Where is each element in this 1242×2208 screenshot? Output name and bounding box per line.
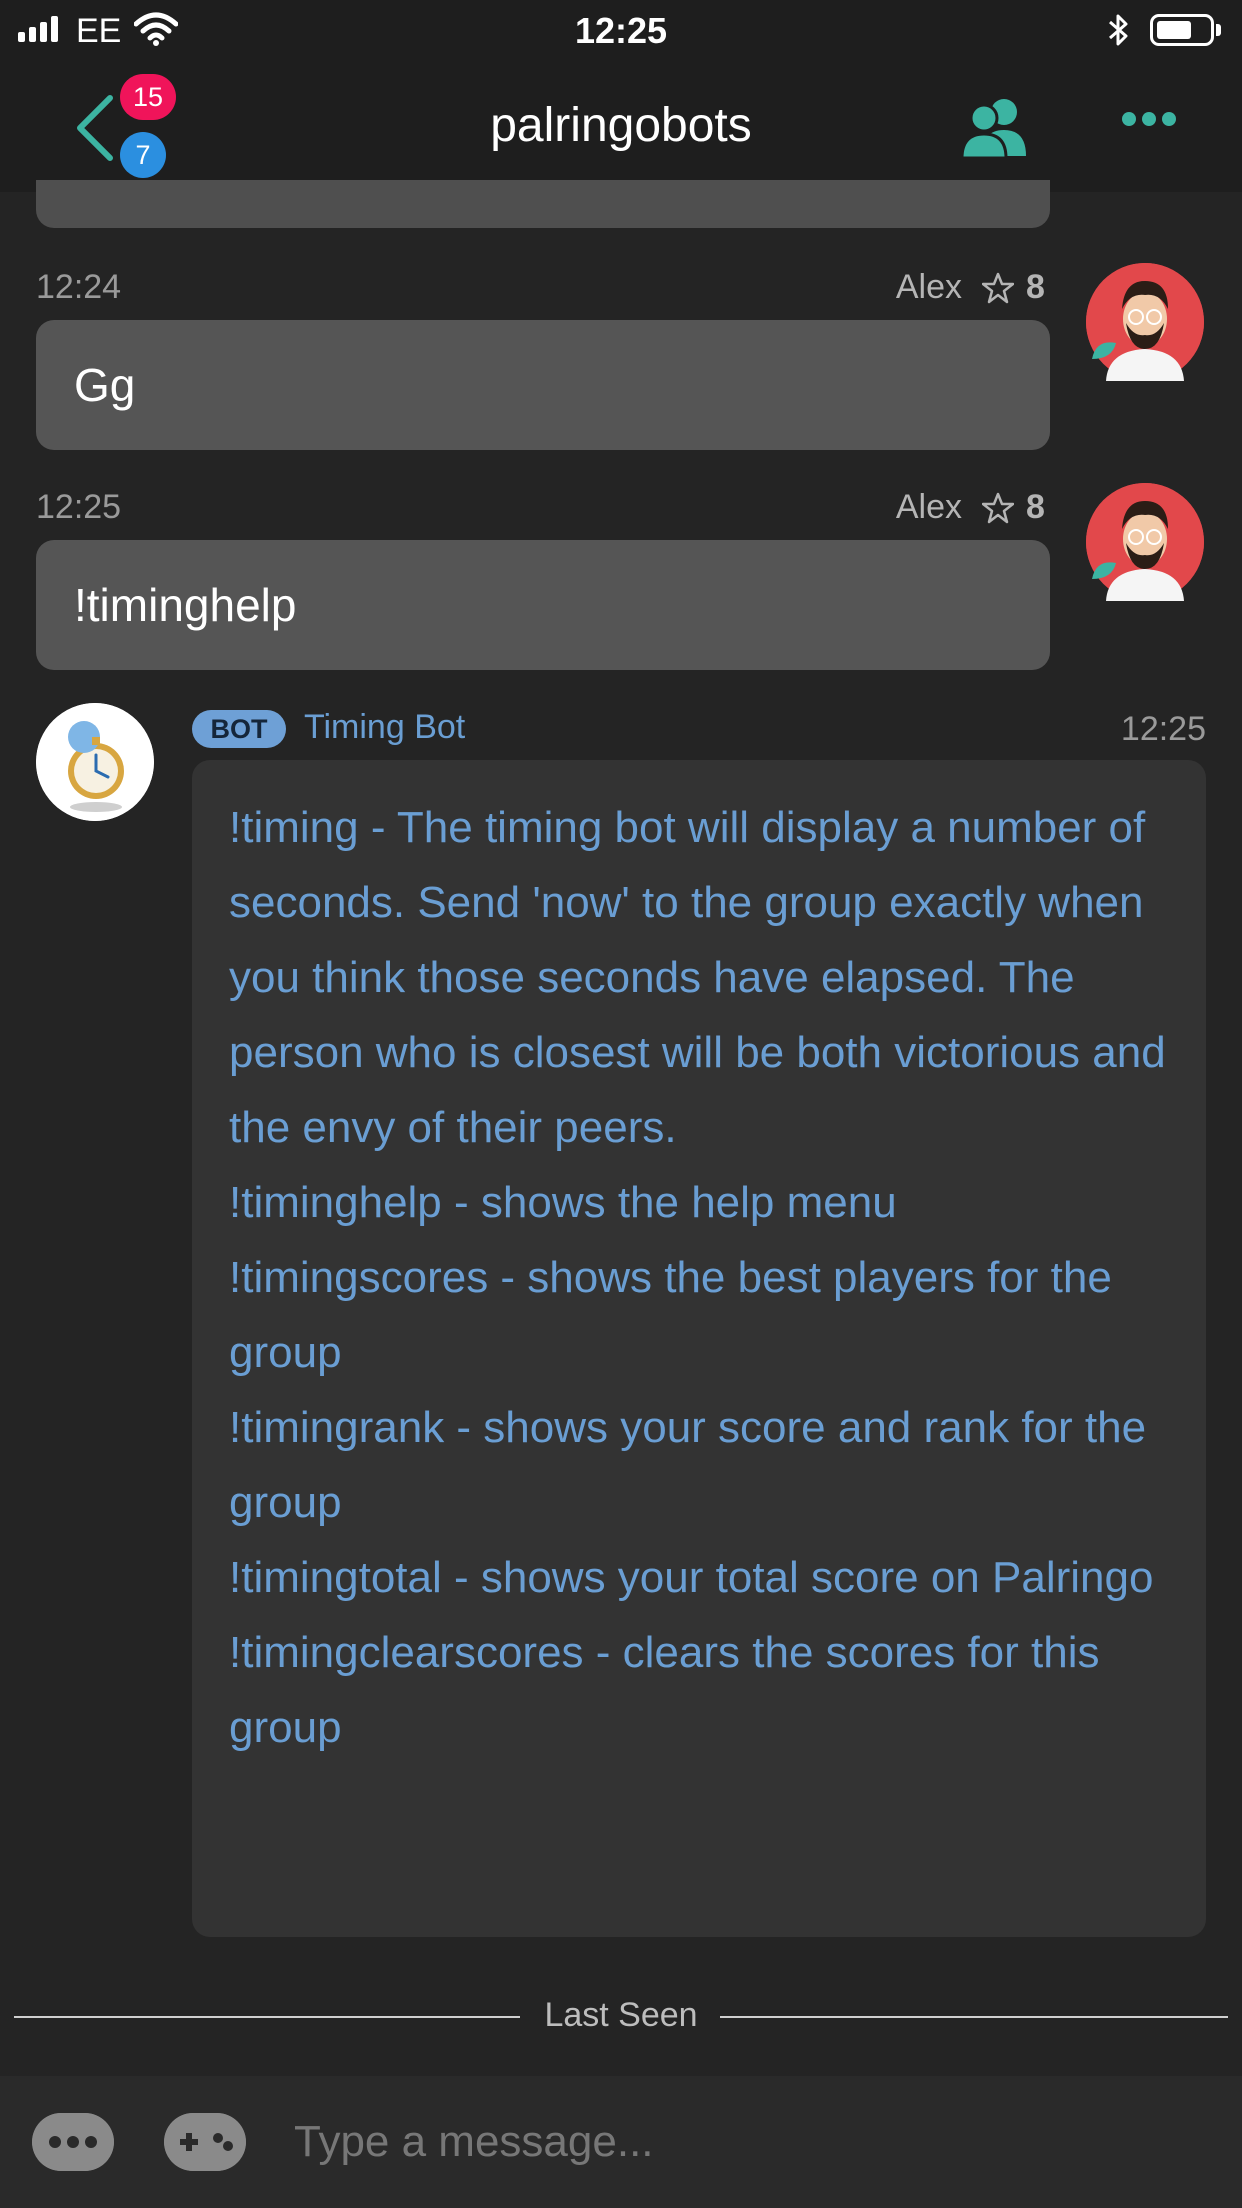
game-controller-icon[interactable] <box>164 2113 246 2171</box>
bot-help-line: !timingtotal - shows your total score on… <box>229 1553 1154 1602</box>
bot-message-time: 12:25 <box>1120 710 1206 748</box>
bot-help-line: !timinghelp - shows the help menu <box>229 1178 897 1227</box>
bot-message-bubble[interactable]: !timing - The timing bot will display a … <box>192 760 1206 1937</box>
status-bar: EE 12:25 <box>0 0 1242 62</box>
message-bubble[interactable]: Gg <box>36 320 1050 450</box>
message-bubble[interactable]: !timinghelp <box>36 540 1050 670</box>
page-title: palringobots <box>490 99 752 152</box>
battery-icon <box>1150 14 1214 46</box>
bot-help-line: !timingscores - shows the best players f… <box>229 1253 1112 1377</box>
bot-help-line: !timingrank - shows your score and rank … <box>229 1403 1147 1527</box>
message-time: 12:25 <box>36 488 122 526</box>
last-seen-divider: Last Seen <box>14 1990 1228 2040</box>
reputation-score: 8 <box>1026 268 1045 306</box>
message-author[interactable]: Alex <box>800 268 962 307</box>
user-avatar[interactable] <box>1086 483 1204 601</box>
last-seen-label: Last Seen <box>544 1996 698 2034</box>
message-time: 12:24 <box>36 268 122 306</box>
bot-help-line: !timing - The timing bot will display a … <box>229 803 1166 1152</box>
group-members-icon[interactable] <box>960 96 1030 158</box>
reputation-score: 8 <box>1026 488 1045 526</box>
battery-tip <box>1216 24 1221 36</box>
bot-name[interactable]: Timing Bot <box>304 708 465 747</box>
previous-message-bubble <box>36 180 1050 228</box>
user-avatar[interactable] <box>1086 263 1204 381</box>
message-author[interactable]: Alex <box>800 488 962 527</box>
status-time: 12:25 <box>574 10 668 51</box>
more-options-icon[interactable] <box>1122 112 1176 126</box>
bluetooth-icon <box>1109 14 1128 46</box>
bot-tag: BOT <box>192 710 286 748</box>
star-icon <box>982 272 1014 304</box>
bot-avatar[interactable] <box>36 703 154 821</box>
star-icon <box>982 492 1014 524</box>
more-actions-icon[interactable] <box>32 2113 114 2171</box>
message-input[interactable] <box>270 2098 1242 2186</box>
message-composer <box>0 2076 1242 2208</box>
bot-help-line: !timingclearscores - clears the scores f… <box>229 1628 1100 1752</box>
nav-bar: 15 7 palringobots <box>0 62 1242 192</box>
